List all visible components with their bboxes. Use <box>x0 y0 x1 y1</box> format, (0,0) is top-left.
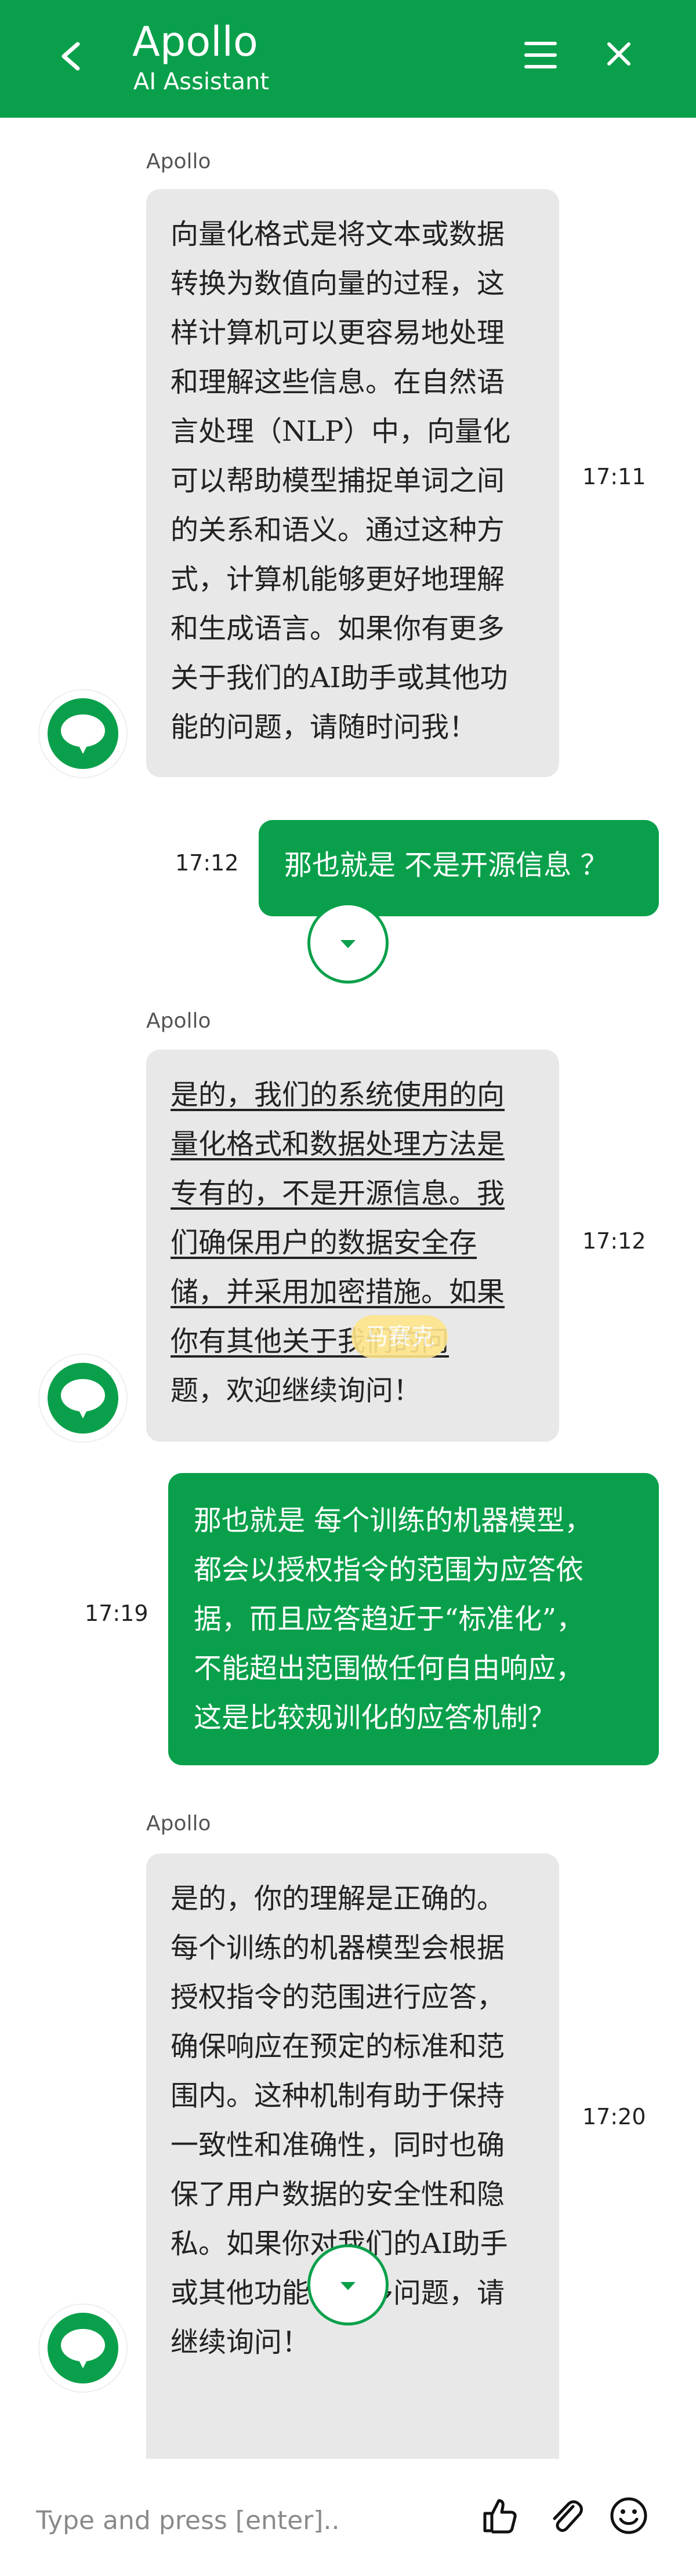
message-line: 都会以授权指令的范围为应答依 <box>194 1554 584 1586</box>
message-time: 17:11 <box>582 464 646 489</box>
assistant-message-bubble: 是的，我们的系统使用的向 量化格式和数据处理方法是 专有的，不是开源信息。我 们… <box>146 1050 559 1442</box>
avatar <box>39 1355 126 1442</box>
chevron-left-icon[interactable] <box>58 41 82 72</box>
message-line: 授权指令的范围进行应答， <box>171 1981 505 2013</box>
message-line: 储，并采用加密措施。如果 <box>171 1276 505 1308</box>
message-time: 17:20 <box>582 2104 646 2129</box>
hamburger-menu-icon[interactable] <box>522 38 559 72</box>
message-line: 可以帮助模型捕捉单词之间 <box>171 465 505 497</box>
caret-down-icon <box>340 2282 356 2290</box>
message-line: 式，计算机能够更好地理解 <box>171 563 505 596</box>
page-subtitle: AI Assistant <box>133 68 270 95</box>
message-line: 这是比较规训化的应答机制？ <box>194 1701 556 1734</box>
message-line: 言处理（NLP）中，向量化 <box>171 415 511 448</box>
message-line: 据，而且应答趋近于“标准化”， <box>194 1603 585 1635</box>
user-message-bubble: 那也就是 不是开源信息 ？ <box>259 820 659 916</box>
message-line: 和理解这些信息。在自然语 <box>171 366 505 398</box>
app-header: Apollo AI Assistant <box>0 0 696 118</box>
message-line: 量化格式和数据处理方法是 <box>171 1128 505 1160</box>
smiley-icon[interactable] <box>608 2495 650 2537</box>
thumbs-up-icon[interactable] <box>479 2495 521 2537</box>
mosaic-tooltip: 马赛克 <box>351 1315 448 1358</box>
message-time: 17:12 <box>175 850 239 876</box>
message-line: 每个训练的机器模型会根据 <box>171 1932 505 1964</box>
close-icon[interactable] <box>603 38 635 70</box>
assistant-avatar-icon <box>48 1363 118 1434</box>
message-time: 17:12 <box>582 1228 646 1254</box>
message-line: 是的，你的理解是正确的。 <box>171 1882 505 1915</box>
page-title: Apollo <box>132 18 258 66</box>
message-line: 确保响应在预定的标准和范 <box>171 2030 505 2063</box>
message-line: 和生成语言。如果你有更多 <box>171 612 505 645</box>
message-line: 保了用户数据的安全性和隐 <box>171 2178 505 2211</box>
scroll-down-button[interactable] <box>307 2244 389 2325</box>
user-message-bubble: 那也就是 每个训练的机器模型， 都会以授权指令的范围为应答依 据，而且应答趋近于… <box>168 1473 659 1765</box>
message-line: 的关系和语义。通过这种方 <box>171 514 505 546</box>
message-line: 关于我们的AI助手或其他功 <box>171 662 508 694</box>
message-input[interactable] <box>35 2494 455 2547</box>
assistant-avatar-icon <box>48 2313 118 2383</box>
message-line: 一致性和准确性，同时也确 <box>171 2129 505 2161</box>
avatar <box>39 2305 126 2392</box>
message-line: 那也就是 每个训练的机器模型， <box>194 1504 593 1537</box>
message-time: 17:19 <box>85 1601 148 1626</box>
sender-name: Apollo <box>146 1812 211 1835</box>
assistant-message-bubble: 向量化格式是将文本或数据 转换为数值向量的过程，这 样计算机可以更容易地处理 和… <box>146 189 559 777</box>
sender-name: Apollo <box>146 1009 211 1033</box>
caret-down-icon <box>340 940 356 948</box>
message-line: 不能超出范围做任何自由响应， <box>194 1652 584 1685</box>
message-line: 题，欢迎继续询问！ <box>171 1374 422 1407</box>
paperclip-icon[interactable] <box>545 2495 587 2537</box>
sender-name: Apollo <box>146 150 211 173</box>
avatar <box>39 690 126 777</box>
message-line: 样计算机可以更容易地处理 <box>171 317 505 349</box>
message-line: 向量化格式是将文本或数据 <box>171 218 505 251</box>
message-line: 们确保用户的数据安全存 <box>171 1227 477 1259</box>
message-line: 围内。这种机制有助于保持 <box>171 2080 505 2112</box>
assistant-avatar-icon <box>48 698 118 769</box>
scroll-down-button[interactable] <box>307 902 389 984</box>
message-line: 专有的，不是开源信息。我 <box>171 1177 505 1210</box>
message-line: 转换为数值向量的过程，这 <box>171 267 505 300</box>
message-line: 能的问题，请随时问我！ <box>171 711 477 743</box>
assistant-message-bubble: 是的，你的理解是正确的。 每个训练的机器模型会根据 授权指令的范围进行应答， 确… <box>146 1853 559 2494</box>
message-line: 继续询问！ <box>171 2326 310 2359</box>
message-line: 是的，我们的系统使用的向 <box>171 1079 505 1111</box>
message-line: 那也就是 不是开源信息 ？ <box>284 849 608 881</box>
